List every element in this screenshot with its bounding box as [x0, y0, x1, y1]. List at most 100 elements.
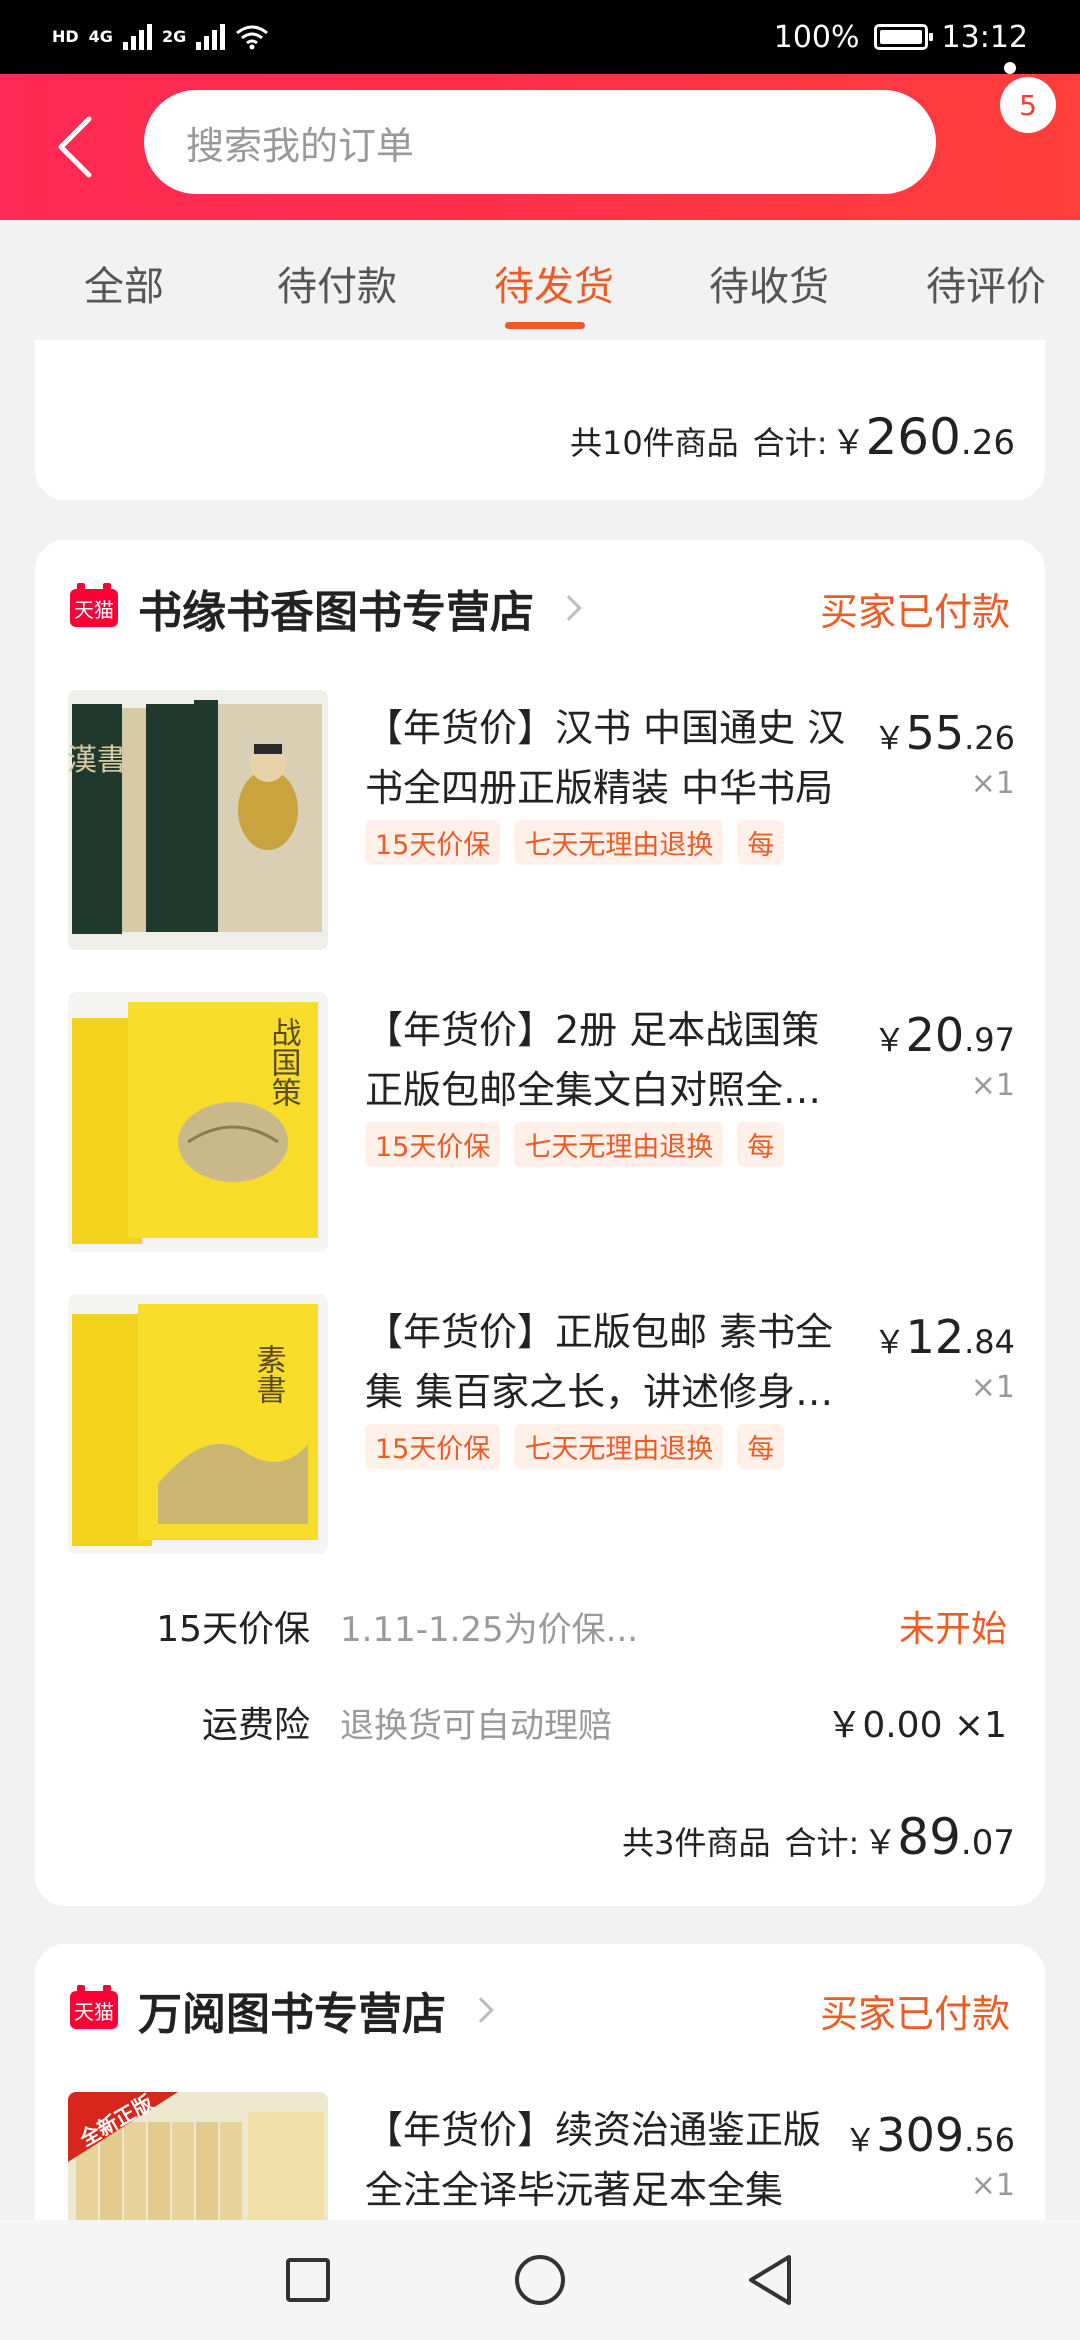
order-tabs: 全部 待付款 待发货 待收货 待评价: [0, 220, 1080, 342]
tag-price-protect: 15天价保: [365, 1122, 501, 1167]
shop-name: 万阅图书专营店: [138, 1989, 446, 2040]
order-item[interactable]: 素書 【年货价】正版包邮 素书全集 集百家之长，讲述修身处世 15天价保 七天无…: [35, 1294, 1045, 1560]
cover-text: 漢書: [68, 743, 127, 778]
price-protection-row[interactable]: 15天价保 1.11-1.25为价保... 未开始: [35, 1596, 1045, 1656]
price-decimal: .56: [964, 2121, 1015, 2159]
product-price: ￥ 20 .97: [874, 1008, 1015, 1062]
order-status: 买家已付款: [819, 1991, 1010, 2036]
status-left: HD 4G 2G: [52, 24, 774, 50]
price-integer: 12: [905, 1310, 965, 1364]
currency-symbol: ￥: [873, 1323, 906, 1361]
hd-label: HD: [52, 27, 79, 46]
message-badge: 5: [1000, 77, 1056, 133]
currency-symbol: ￥: [831, 423, 866, 463]
order-item[interactable]: 漢書 【年货价】汉书 中国通史 汉书全四册正版精装 中华书局 15天价保 七天无…: [35, 690, 1045, 956]
service-tags: 15天价保 七天无理由退换 每: [365, 1424, 785, 1469]
status-right: 100% 13:12: [774, 20, 1028, 55]
product-image: 素書: [68, 1294, 328, 1554]
service-status: 未开始: [898, 1609, 1007, 1650]
product-quantity: ×1: [970, 1068, 1015, 1103]
signal-icon: [196, 24, 226, 50]
tab-pending-receipt[interactable]: 待收货: [709, 254, 829, 312]
order-card-previous[interactable]: 共10件商品 合计: ￥ 260 .26: [35, 340, 1045, 500]
product-image: 漢書: [68, 690, 328, 950]
tag-more: 每: [737, 1424, 785, 1469]
price-integer: 309: [876, 2108, 965, 2162]
order-card[interactable]: 天猫 书缘书香图书专营店 买家已付款 漢書 【年货价】汉书 中国通史 汉书全四册…: [35, 540, 1045, 1906]
cover-text: 素書: [251, 1344, 286, 1404]
status-bar: HD 4G 2G 100% 13:12: [0, 0, 1080, 74]
price-integer: 20: [905, 1008, 965, 1062]
order-status: 买家已付款: [819, 589, 1010, 634]
chevron-right-icon: [468, 1997, 494, 2023]
tag-price-protect: 15天价保: [365, 1424, 501, 1469]
tab-pending-shipment[interactable]: 待发货: [494, 254, 614, 312]
tmall-icon: 天猫: [70, 1985, 118, 2029]
price-decimal: .84: [964, 1323, 1015, 1361]
back-nav-icon: [749, 2255, 791, 2305]
product-quantity: ×1: [970, 2168, 1015, 2203]
price-integer: 55: [905, 706, 965, 760]
product-title: 【年货价】正版包邮 素书全集 集百家之长，讲述修身处世: [365, 1310, 834, 1414]
system-navigation-bar: [0, 2220, 1080, 2340]
search-input[interactable]: 搜索我的订单: [144, 90, 936, 194]
back-nav-button[interactable]: [738, 2248, 802, 2312]
tag-more: 每: [737, 820, 785, 865]
tag-price-protect: 15天价保: [365, 820, 501, 865]
order-total: 共10件商品 合计: ￥ 260 .26: [570, 408, 1015, 466]
service-tags: 15天价保 七天无理由退换 每: [365, 820, 785, 865]
back-icon: [58, 116, 92, 178]
total-decimal: .07: [960, 1823, 1015, 1863]
service-tags: 15天价保 七天无理由退换 每: [365, 1122, 785, 1167]
signal-icon: [122, 24, 152, 50]
total-integer: 89: [897, 1808, 961, 1866]
product-price: ￥ 309 .56: [844, 2108, 1015, 2162]
tmall-icon: 天猫: [70, 583, 118, 627]
service-price: ￥0.00 ×1: [826, 1705, 1007, 1746]
order-item[interactable]: 战国策 【年货价】2册 足本战国策 正版包邮全集文白对照全注全译 15天价保 七…: [35, 992, 1045, 1258]
shop-header[interactable]: 天猫 书缘书香图书专营店 买家已付款: [70, 568, 1010, 648]
shipping-insurance-row[interactable]: 运费险 退换货可自动理赔 ￥0.00 ×1: [35, 1692, 1045, 1752]
tab-pending-review[interactable]: 待评价: [926, 254, 1046, 312]
search-placeholder: 搜索我的订单: [186, 123, 415, 168]
currency-symbol: ￥: [873, 719, 906, 757]
currency-symbol: ￥: [863, 1823, 898, 1863]
total-integer: 260: [865, 408, 961, 466]
tab-all[interactable]: 全部: [84, 254, 164, 312]
shop-header[interactable]: 天猫 万阅图书专营店 买家已付款: [70, 1970, 1010, 2050]
clock: 13:12: [941, 19, 1028, 55]
header: 搜索我的订单: [0, 74, 1080, 220]
tag-free-return: 七天无理由退换: [514, 1122, 724, 1167]
product-price: ￥ 12 .84: [874, 1310, 1015, 1364]
battery-icon: [873, 24, 933, 50]
product-title: 【年货价】续资治通鉴正版全注全译毕沅著足本全集: [365, 2108, 822, 2212]
tag-free-return: 七天无理由退换: [514, 820, 724, 865]
currency-symbol: ￥: [873, 1021, 906, 1059]
wifi-icon: [236, 25, 269, 50]
order-total: 共3件商品 合计: ￥ 89 .07: [622, 1808, 1015, 1866]
total-label: 合计:: [752, 424, 828, 462]
active-tab-indicator: [505, 322, 585, 329]
product-price: ￥ 55 .26: [874, 706, 1015, 760]
battery-percent: 100%: [773, 19, 860, 55]
network-4g-label: 4G: [88, 27, 113, 46]
service-label: 运费险: [201, 1705, 310, 1746]
back-button[interactable]: [40, 104, 110, 190]
currency-symbol: ￥: [844, 2121, 877, 2159]
item-count: 共10件商品: [569, 424, 739, 462]
shop-name: 书缘书香图书专营店: [138, 587, 534, 638]
price-decimal: .26: [964, 719, 1015, 757]
recent-apps-button[interactable]: [276, 2248, 340, 2312]
product-title: 【年货价】2册 足本战国策 正版包邮全集文白对照全注全译: [365, 1008, 822, 1112]
tab-pending-payment[interactable]: 待付款: [277, 254, 397, 312]
service-label: 15天价保: [156, 1609, 310, 1650]
total-label: 合计:: [784, 1824, 860, 1862]
home-icon: [515, 2255, 565, 2305]
home-button[interactable]: [508, 2248, 572, 2312]
product-quantity: ×1: [970, 766, 1015, 801]
tag-more: 每: [737, 1122, 785, 1167]
product-image: 战国策: [68, 992, 328, 1252]
recent-apps-icon: [286, 2258, 330, 2302]
cover-text: 战国策: [266, 1017, 302, 1107]
total-decimal: .26: [960, 423, 1015, 463]
